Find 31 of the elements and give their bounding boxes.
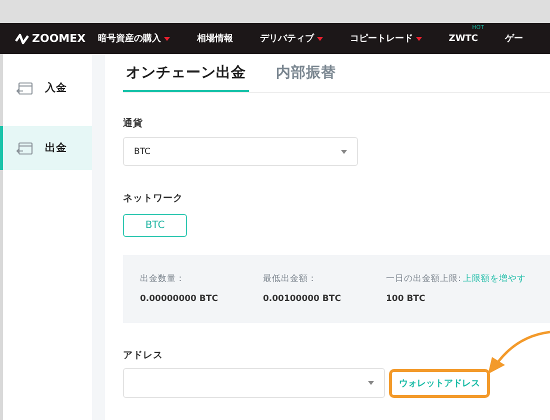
- tab[interactable]: オンチェーン出金: [123, 54, 249, 92]
- nav-item[interactable]: ZWTC: [448, 34, 478, 44]
- nav-item[interactable]: 暗号資産の購入: [98, 32, 170, 45]
- field-label: アドレス: [123, 349, 164, 362]
- logo-icon: [15, 32, 29, 44]
- info-label: 最低出金額：: [263, 274, 317, 284]
- info-value: 0.00000000 BTC: [140, 294, 219, 304]
- nav-item[interactable]: デリバティブ: [260, 32, 323, 45]
- tab[interactable]: 内部振替: [273, 54, 339, 92]
- caret-icon: [316, 36, 323, 40]
- currency-dropdown[interactable]: BTC: [123, 137, 358, 166]
- caret-icon: [164, 36, 170, 40]
- info-label: 出金数量：: [140, 274, 185, 284]
- field-label: ネットワーク: [123, 192, 184, 205]
- caret-icon: [341, 150, 347, 154]
- logo-text[interactable]: ZOOMEX: [32, 32, 86, 45]
- caret-icon: [416, 36, 422, 40]
- address-dropdown[interactable]: [123, 368, 385, 398]
- card-icon: [16, 142, 33, 154]
- nav-item[interactable]: 相場情報: [196, 32, 233, 45]
- annotation-arrow: [488, 330, 550, 374]
- nav-item[interactable]: コピートレード: [350, 32, 422, 45]
- sidebar-item[interactable]: 出金: [0, 126, 92, 170]
- card-icon: [16, 82, 33, 94]
- info-value: 0.00100000 BTC: [263, 294, 342, 304]
- sidebar-item[interactable]: 入金: [0, 66, 92, 110]
- info-label: 一日の出金額上限:: [386, 274, 461, 284]
- caret-icon: [368, 381, 374, 385]
- nav-item[interactable]: ゲー: [505, 32, 523, 45]
- field-label: 通貨: [123, 117, 144, 130]
- info-value: 100 BTC: [386, 294, 426, 304]
